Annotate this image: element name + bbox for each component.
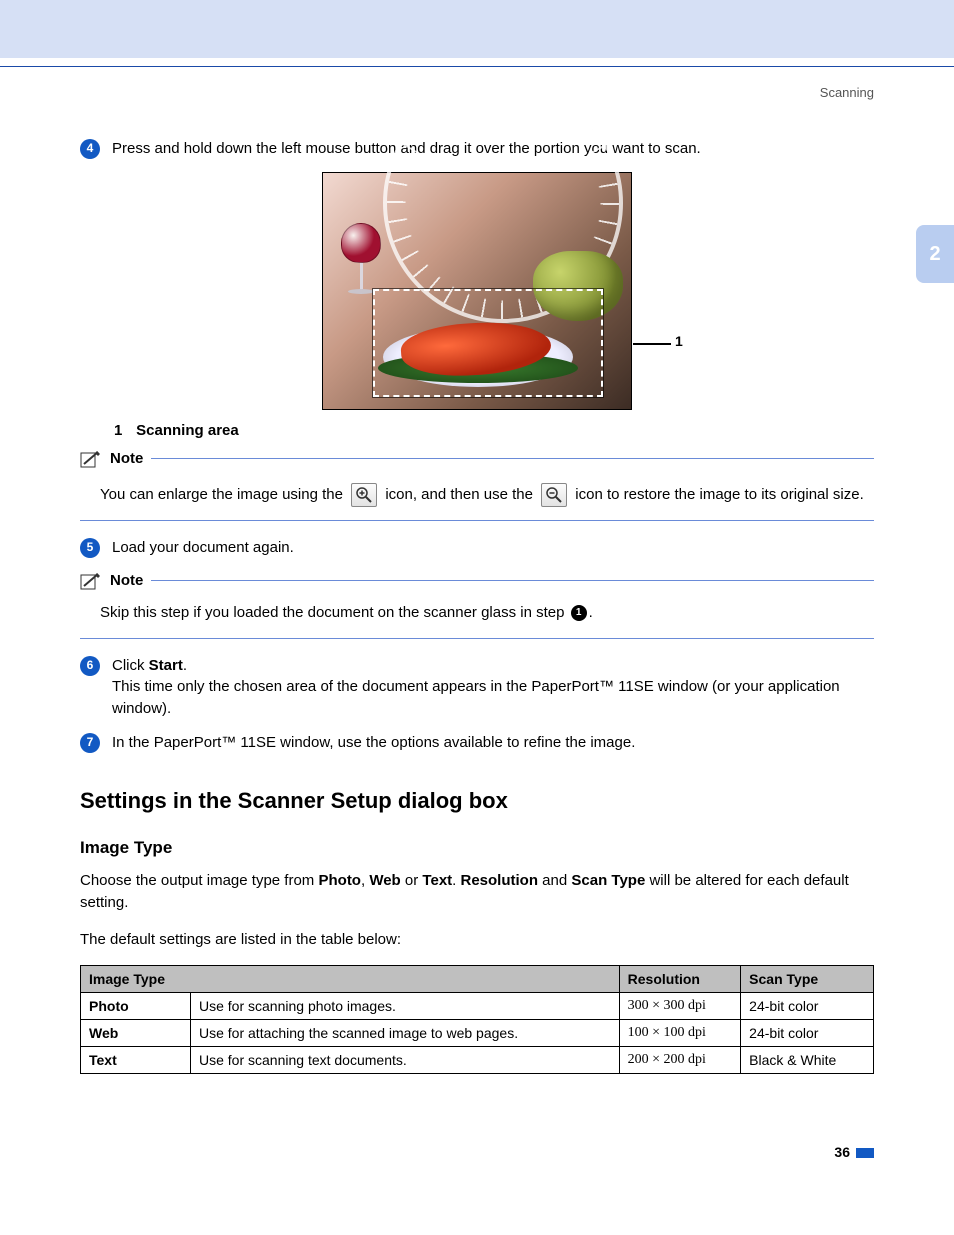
cell-web-desc: Use for attaching the scanned image to w… xyxy=(191,1020,620,1047)
th-resolution: Resolution xyxy=(619,966,741,993)
cell-photo-res: 300 × 300 dpi xyxy=(619,993,741,1020)
note-rule xyxy=(151,458,874,459)
note-icon xyxy=(80,449,102,469)
sample-image: 1 xyxy=(322,172,632,410)
note-1-body: You can enlarge the image using the icon… xyxy=(100,481,874,508)
step-ref-1: 1 xyxy=(571,605,587,621)
cell-photo-scan: 24-bit color xyxy=(741,993,874,1020)
step-4-bullet: 4 xyxy=(80,139,100,159)
figure-wrap: 1 xyxy=(80,172,874,410)
table-row: Web Use for attaching the scanned image … xyxy=(81,1020,874,1047)
step-6-line2: This time only the chosen area of the do… xyxy=(112,678,840,717)
th-scan-type: Scan Type xyxy=(741,966,874,993)
step-7: 7 In the PaperPort™ 11SE window, use the… xyxy=(80,732,874,754)
table-row: Text Use for scanning text documents. 20… xyxy=(81,1047,874,1074)
settings-table: Image Type Resolution Scan Type Photo Us… xyxy=(80,965,874,1074)
step-7-text: In the PaperPort™ 11SE window, use the o… xyxy=(112,732,635,754)
cell-text-desc: Use for scanning text documents. xyxy=(191,1047,620,1074)
page-number-text: 36 xyxy=(834,1144,850,1160)
table-row: Photo Use for scanning photo images. 300… xyxy=(81,993,874,1020)
figure-caption: 1 Scanning area xyxy=(114,422,874,439)
zoom-out-icon xyxy=(541,483,567,507)
note-2-body: Skip this step if you loaded the documen… xyxy=(100,599,874,626)
note-2-part2: . xyxy=(589,604,593,621)
cell-web-k: Web xyxy=(81,1020,191,1047)
paragraph-2: The default settings are listed in the t… xyxy=(80,929,874,952)
page-number-bar xyxy=(856,1148,874,1158)
note-icon xyxy=(80,571,102,591)
p1b: Photo xyxy=(318,872,361,889)
header-band xyxy=(0,0,954,58)
step-6-tail: . xyxy=(183,657,187,674)
paragraph-1: Choose the output image type from Photo,… xyxy=(80,870,874,915)
note-2-part1: Skip this step if you loaded the documen… xyxy=(100,604,569,621)
zoom-in-icon xyxy=(351,483,377,507)
step-6: 6 Click Start. This time only the chosen… xyxy=(80,655,874,720)
p1j: Scan Type xyxy=(571,872,645,889)
p1f: Text xyxy=(422,872,452,889)
cell-web-res: 100 × 100 dpi xyxy=(619,1020,741,1047)
step-6-text: Click Start. This time only the chosen a… xyxy=(112,655,874,720)
note-2-label: Note xyxy=(110,572,143,589)
cell-text-res: 200 × 200 dpi xyxy=(619,1047,741,1074)
note-rule xyxy=(80,638,874,639)
note-1-part2: icon, and then use the xyxy=(385,486,537,503)
p1h: Resolution xyxy=(461,872,539,889)
note-2: Note Skip this step if you loaded the do… xyxy=(80,571,874,639)
note-1-part1: You can enlarge the image using the xyxy=(100,486,347,503)
leader-line xyxy=(633,343,671,345)
header-rule xyxy=(0,66,954,67)
section-heading: Settings in the Scanner Setup dialog box xyxy=(80,788,874,814)
note-1-label: Note xyxy=(110,450,143,467)
sub-heading: Image Type xyxy=(80,838,874,858)
note-1-part3: icon to restore the image to its origina… xyxy=(575,486,863,503)
p1d: Web xyxy=(369,872,400,889)
step-5: 5 Load your document again. xyxy=(80,537,874,559)
cell-text-k: Text xyxy=(81,1047,191,1074)
step-5-bullet: 5 xyxy=(80,538,100,558)
step-5-text: Load your document again. xyxy=(112,537,294,559)
caption-number: 1 xyxy=(114,422,132,439)
p1a: Choose the output image type from xyxy=(80,872,318,889)
p1i: and xyxy=(538,872,571,889)
note-1: Note You can enlarge the image using the… xyxy=(80,449,874,521)
p1g: . xyxy=(452,872,460,889)
step-6-bold: Start xyxy=(149,657,183,674)
th-image-type: Image Type xyxy=(81,966,620,993)
cell-photo-k: Photo xyxy=(81,993,191,1020)
cell-photo-desc: Use for scanning photo images. xyxy=(191,993,620,1020)
cell-web-scan: 24-bit color xyxy=(741,1020,874,1047)
leader-label: 1 xyxy=(675,333,683,349)
cell-text-scan: Black & White xyxy=(741,1047,874,1074)
step-6-bullet: 6 xyxy=(80,656,100,676)
table-header-row: Image Type Resolution Scan Type xyxy=(81,966,874,993)
page-number: 36 xyxy=(80,1144,874,1160)
step-6-lead: Click xyxy=(112,657,149,674)
p1e: or xyxy=(401,872,423,889)
note-rule xyxy=(80,520,874,521)
note-rule xyxy=(151,580,874,581)
step-7-bullet: 7 xyxy=(80,733,100,753)
caption-text: Scanning area xyxy=(136,422,239,439)
selection-marquee xyxy=(373,289,603,397)
